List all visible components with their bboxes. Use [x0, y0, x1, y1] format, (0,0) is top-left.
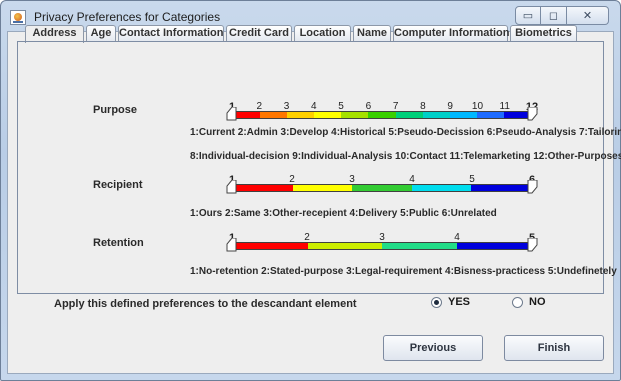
tab-age[interactable]: Age	[86, 25, 116, 42]
purpose-segment	[341, 112, 369, 118]
tab-content-panel	[17, 41, 604, 294]
purpose-segment	[260, 112, 288, 118]
purpose-segment	[449, 112, 477, 118]
minimize-button[interactable]: ▭	[515, 6, 541, 25]
retention-segment	[233, 243, 308, 249]
recipient-min-thumb[interactable]	[226, 180, 237, 194]
retention-segment	[382, 243, 457, 249]
purpose-tick-label: 9	[447, 101, 453, 112]
purpose-tick-label: 5	[338, 101, 344, 112]
retention-min-thumb[interactable]	[226, 238, 237, 252]
retention-segment	[307, 243, 382, 249]
purpose-segment	[287, 112, 315, 118]
purpose-tick-label: 3	[283, 101, 290, 112]
purpose-min-thumb[interactable]	[226, 107, 237, 121]
recipient-segment	[292, 185, 353, 191]
retention-color-bar	[232, 242, 532, 250]
maximize-icon: ◻	[548, 10, 559, 22]
close-button[interactable]: ✕	[567, 6, 609, 25]
retention-segment	[456, 243, 531, 249]
caption-buttons: ▭ ◻ ✕	[515, 6, 609, 25]
recipient-tick-label: 4	[409, 174, 415, 185]
purpose-color-bar	[232, 111, 532, 119]
main-window: Privacy Preferences for Categories ▭ ◻ ✕…	[0, 0, 621, 381]
recipient-legend: 1:Ours 2:Same 3:Other-recepient 4:Delive…	[190, 208, 497, 219]
retention-label: Retention	[93, 237, 144, 249]
recipient-tick-label: 3	[349, 174, 355, 185]
recipient-color-bar	[232, 184, 532, 192]
recipient-label: Recipient	[93, 179, 143, 191]
purpose-tick-label: 11	[499, 101, 510, 112]
minimize-icon: ▭	[522, 10, 534, 22]
window-title: Privacy Preferences for Categories	[34, 10, 221, 24]
purpose-segment	[368, 112, 396, 118]
recipient-segment	[471, 185, 531, 191]
radio-unselected-icon	[512, 296, 523, 308]
recipient-tick-label: 5	[469, 174, 475, 185]
purpose-tick-label: 4	[311, 101, 317, 112]
recipient-segment	[352, 185, 412, 191]
tab-name[interactable]: Name	[353, 25, 391, 42]
purpose-tick-label: 8	[420, 101, 426, 112]
previous-button[interactable]: Previous	[383, 335, 483, 361]
maximize-button[interactable]: ◻	[541, 6, 567, 25]
retention-tick-label: 3	[379, 232, 385, 243]
apply-no-label: NO	[529, 296, 546, 308]
purpose-segment	[395, 112, 423, 118]
recipient-tick-label: 2	[289, 174, 295, 185]
recipient-segment	[233, 185, 293, 191]
close-icon: ✕	[582, 10, 593, 22]
purpose-segment	[314, 112, 342, 118]
tab-credit-card[interactable]: Credit Card	[226, 25, 292, 42]
apply-no-radio[interactable]: NO	[512, 296, 546, 308]
retention-max-thumb[interactable]	[527, 238, 538, 252]
radio-selected-icon	[431, 296, 442, 308]
purpose-legend-line2: 8:Individual-decision 9:Individual-Analy…	[190, 151, 621, 162]
purpose-tick-label: 10	[471, 101, 484, 112]
retention-tick-label: 4	[454, 232, 460, 243]
purpose-label: Purpose	[93, 104, 138, 116]
tab-computer-information[interactable]: Computer Information	[393, 25, 510, 42]
purpose-tick-label: 7	[392, 101, 399, 112]
java-app-icon	[10, 10, 26, 25]
retention-tick-label: 2	[304, 232, 310, 243]
tab-biometrics[interactable]: Biometrics	[510, 25, 577, 42]
purpose-tick-label: 2	[256, 101, 263, 112]
tab-location[interactable]: Location	[294, 25, 351, 42]
finish-button[interactable]: Finish	[504, 335, 604, 361]
retention-legend: 1:No-retention 2:Stated-purpose 3:Legal-…	[190, 266, 617, 277]
purpose-max-thumb[interactable]	[527, 107, 538, 121]
purpose-legend-line1: 1:Current 2:Admin 3:Develop 4:Historical…	[190, 127, 621, 138]
tab-contact-information[interactable]: Contact Information	[118, 25, 224, 42]
apply-descendant-label: Apply this defined preferences to the de…	[54, 298, 357, 310]
recipient-segment	[411, 185, 472, 191]
purpose-segment	[422, 112, 450, 118]
apply-yes-label: YES	[448, 296, 471, 308]
apply-yes-radio[interactable]: YES	[431, 296, 470, 308]
purpose-segment	[476, 112, 504, 118]
purpose-tick-label: 6	[365, 101, 372, 112]
recipient-max-thumb[interactable]	[527, 180, 538, 194]
